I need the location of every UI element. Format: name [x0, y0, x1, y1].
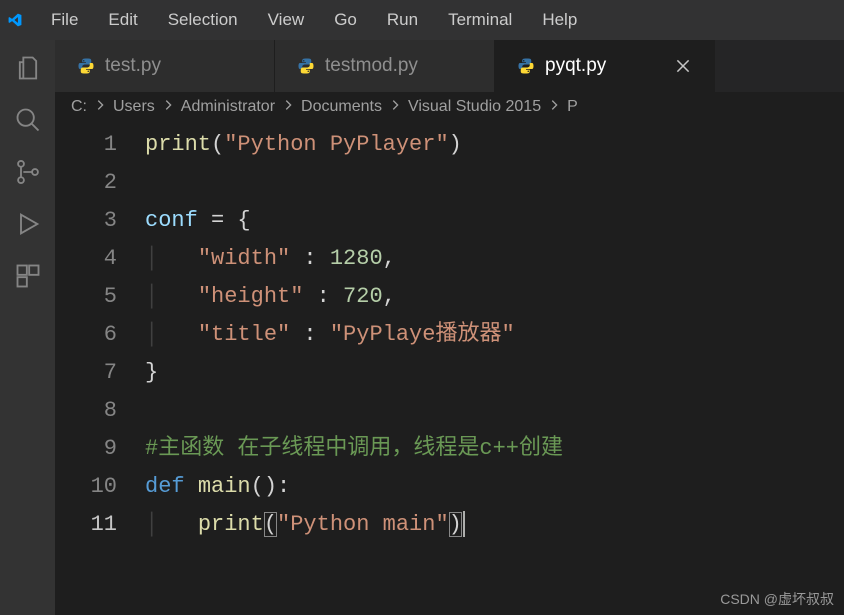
- breadcrumb-segment[interactable]: Administrator: [181, 98, 275, 116]
- menu-go[interactable]: Go: [319, 0, 372, 40]
- menu-file[interactable]: File: [36, 0, 93, 40]
- menu-edit[interactable]: Edit: [93, 0, 152, 40]
- chevron-right-icon: [161, 98, 175, 117]
- tab-pyqt-py[interactable]: pyqt.py: [495, 40, 715, 92]
- tab-label: test.py: [105, 55, 161, 77]
- code-content[interactable]: print("Python PyPlayer") conf = {│ "widt…: [145, 126, 844, 615]
- chevron-right-icon: [93, 98, 107, 117]
- code-editor[interactable]: 1234567891011 print("Python PyPlayer") c…: [55, 122, 844, 615]
- python-file-icon: [517, 57, 535, 75]
- menu-terminal[interactable]: Terminal: [433, 0, 527, 40]
- breadcrumb[interactable]: C: Users Administrator Documents Visual Stud…: [55, 92, 844, 122]
- tab-label: pyqt.py: [545, 55, 606, 77]
- editor-group: test.py testmod.py pyqt.py C: Users Admini…: [55, 40, 844, 615]
- menu-bar: File Edit Selection View Go Run Terminal…: [0, 0, 844, 40]
- breadcrumb-segment[interactable]: Documents: [301, 98, 382, 116]
- breadcrumb-segment[interactable]: C:: [71, 98, 87, 116]
- breadcrumb-segment[interactable]: P: [567, 98, 578, 116]
- breadcrumb-segment[interactable]: Visual Studio 2015: [408, 98, 541, 116]
- tab-testmod-py[interactable]: testmod.py: [275, 40, 495, 92]
- source-control-icon[interactable]: [14, 158, 42, 186]
- menu-view[interactable]: View: [253, 0, 320, 40]
- line-numbers: 1234567891011: [55, 126, 145, 615]
- extensions-icon[interactable]: [14, 262, 42, 290]
- vscode-icon: [8, 13, 22, 27]
- chevron-right-icon: [547, 98, 561, 117]
- python-file-icon: [297, 57, 315, 75]
- explorer-icon[interactable]: [14, 54, 42, 82]
- tabs-container: test.py testmod.py pyqt.py: [55, 40, 844, 92]
- menu-run[interactable]: Run: [372, 0, 433, 40]
- python-file-icon: [77, 57, 95, 75]
- breadcrumb-segment[interactable]: Users: [113, 98, 155, 116]
- tab-label: testmod.py: [325, 55, 418, 77]
- tab-test-py[interactable]: test.py: [55, 40, 275, 92]
- menu-selection[interactable]: Selection: [153, 0, 253, 40]
- chevron-right-icon: [388, 98, 402, 117]
- chevron-right-icon: [281, 98, 295, 117]
- close-icon[interactable]: [674, 57, 692, 75]
- menu-help[interactable]: Help: [527, 0, 592, 40]
- activity-bar: [0, 40, 55, 615]
- search-icon[interactable]: [14, 106, 42, 134]
- watermark-text: CSDN @虚坏叔叔: [720, 589, 834, 609]
- run-debug-icon[interactable]: [14, 210, 42, 238]
